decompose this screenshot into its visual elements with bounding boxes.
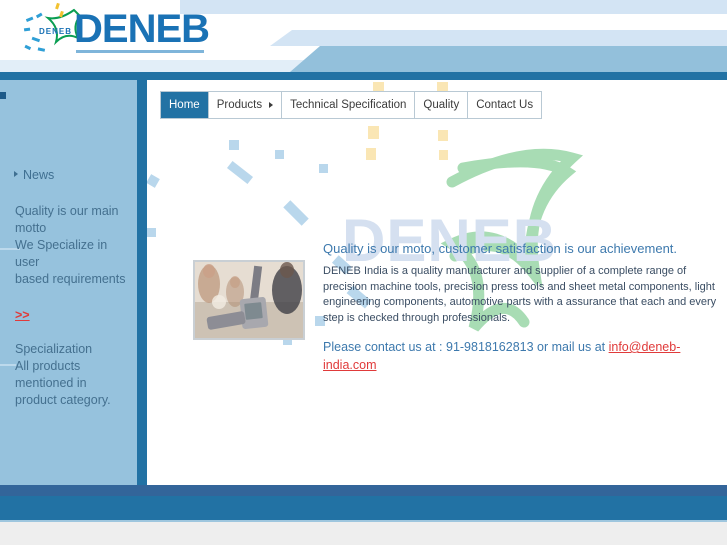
page-bottom-background (0, 522, 727, 545)
tab-technical-specification[interactable]: Technical Specification (282, 92, 416, 118)
tab-quality[interactable]: Quality (415, 92, 469, 118)
news-line: We Specialize in (15, 238, 108, 252)
sidebar-news-text: Quality is our main motto We Specialize … (15, 203, 137, 288)
main-content: DENEB Home Products Technical Specificat… (147, 80, 727, 485)
yellow-dash (368, 126, 379, 139)
contact-prefix: Please contact us at : 91-9818162813 or … (323, 340, 609, 354)
blue-dash (283, 200, 309, 226)
spec-line: Specialization (15, 342, 93, 356)
blue-dash (229, 140, 239, 150)
site-logo[interactable]: DENEB DENEB (12, 2, 212, 64)
logo-wordmark: DENEB (74, 7, 210, 51)
header-band-diagonal-light (270, 30, 727, 46)
news-line: user (15, 255, 40, 269)
spec-line: product category. (15, 393, 111, 407)
spec-line: All products (15, 359, 81, 373)
body-paragraph: DENEB India is a quality manufacturer an… (323, 265, 717, 324)
product-photo (193, 260, 305, 340)
spec-line: mentioned in (15, 376, 87, 390)
main-navigation: Home Products Technical Specification Qu… (160, 91, 543, 119)
news-line: motto (15, 221, 47, 235)
blue-dash (226, 160, 254, 185)
site-header: DENEB DENEB (0, 0, 727, 80)
headline: Quality is our moto, customer satisfacti… (323, 241, 678, 256)
chevron-right-icon (269, 102, 274, 108)
header-band-diagonal-medium (290, 46, 727, 72)
blue-dash (147, 228, 156, 237)
header-band-white (180, 14, 727, 30)
logo-underline (76, 50, 204, 53)
yellow-dash (438, 130, 448, 141)
sidebar-news-label: News (23, 168, 55, 182)
logo-badge-text: DENEB (39, 27, 73, 36)
sidebar: News Quality is our main motto We Specia… (0, 80, 137, 485)
photo-image (195, 262, 303, 338)
triangle-right-icon (14, 171, 18, 177)
footer-top-band (0, 485, 727, 496)
blue-dash (275, 150, 284, 159)
page-root: DENEB DENEB News Quality is our main mot… (0, 0, 727, 545)
sidebar-more-link[interactable]: >> (15, 308, 30, 322)
blue-dash (147, 174, 160, 188)
news-line: Quality is our main (15, 204, 119, 218)
sidebar-section-news: News (14, 168, 54, 182)
tab-contact-us[interactable]: Contact Us (468, 92, 542, 118)
footer: © Copyright 2003-2004 Cyber Soft. All Ri… (0, 496, 727, 520)
yellow-dash (439, 150, 448, 160)
tab-label: Home (169, 99, 200, 111)
tab-label: Technical Specification (290, 99, 407, 111)
sidebar-edge-marker (0, 92, 6, 99)
sidebar-tick-2 (0, 364, 16, 366)
tab-label: Contact Us (476, 99, 534, 111)
blue-dash (319, 164, 328, 173)
tab-home[interactable]: Home (161, 92, 209, 118)
header-band-light (180, 0, 727, 14)
sidebar-rail (137, 80, 147, 485)
tab-products[interactable]: Products (208, 92, 283, 118)
news-line: based requirements (15, 272, 126, 286)
header-bottom-strip (0, 72, 727, 80)
tab-label: Quality (423, 99, 460, 111)
sidebar-specialization-text: Specialization All products mentioned in… (15, 341, 137, 409)
yellow-dash (366, 148, 376, 160)
contact-line: Please contact us at : 91-9818162813 or … (323, 338, 719, 374)
tab-label: Products (216, 99, 263, 111)
